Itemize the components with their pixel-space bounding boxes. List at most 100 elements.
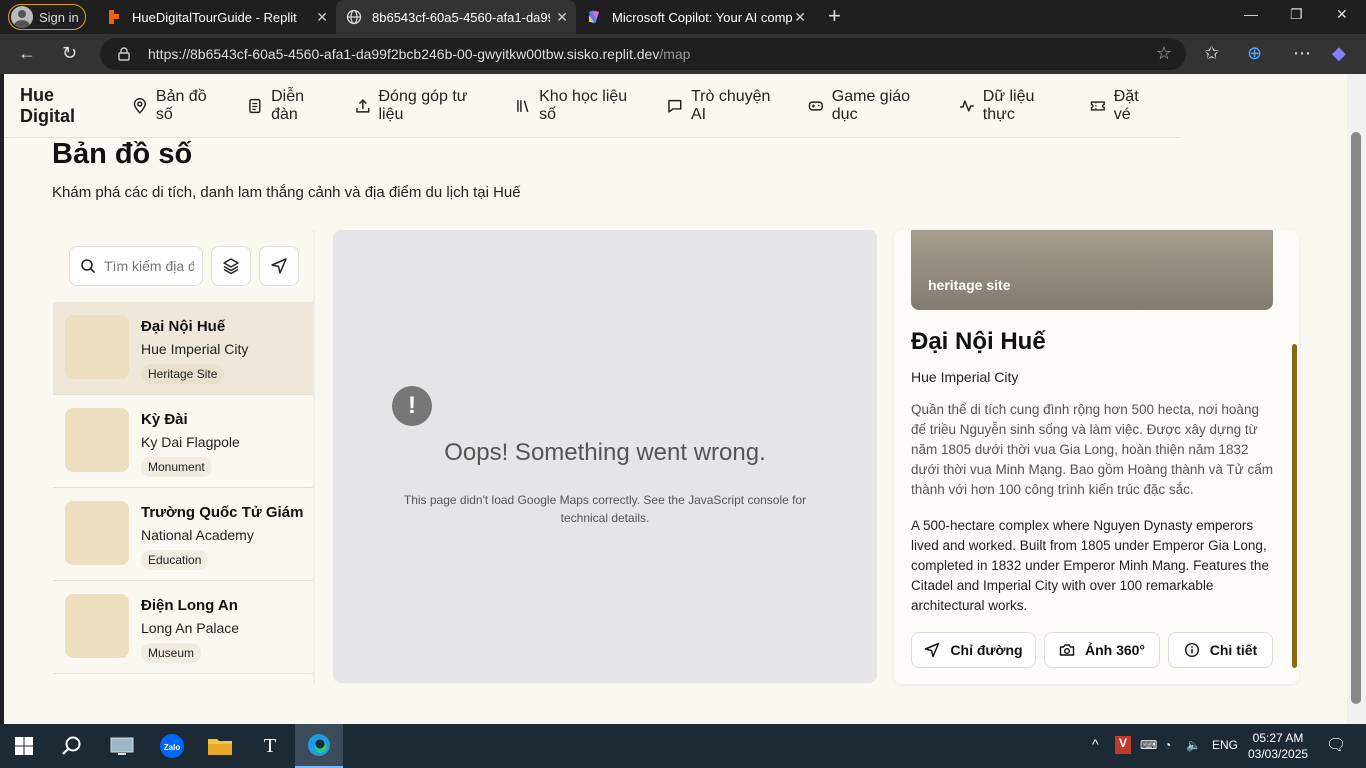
nav-label: Bản đồ số xyxy=(155,87,207,123)
computer-icon xyxy=(110,737,134,755)
page-title: Bản đồ số xyxy=(52,138,193,170)
place-thumbnail xyxy=(65,501,129,565)
layers-button[interactable] xyxy=(211,246,251,286)
map-pin-icon xyxy=(133,97,147,114)
place-english-name: Ky Dai Flagpole xyxy=(141,434,240,450)
app-typora-icon[interactable]: T xyxy=(246,724,294,768)
clock[interactable]: 05:27 AM 03/03/2025 xyxy=(1248,730,1308,762)
details-button[interactable]: Chi tiết xyxy=(1168,632,1273,668)
navigation-icon xyxy=(271,258,287,274)
avatar xyxy=(11,6,33,28)
search-box[interactable] xyxy=(69,246,203,286)
favorites-icon[interactable]: ✩ xyxy=(1204,43,1219,64)
typora-icon: T xyxy=(263,734,277,757)
detail-title: Đại Nội Huế xyxy=(911,328,1046,355)
edge-taskbar-button[interactable] xyxy=(295,724,343,768)
minimize-button[interactable]: — xyxy=(1244,6,1258,22)
nav-label: Đặt vé xyxy=(1113,87,1139,123)
ticket-icon xyxy=(1090,100,1105,111)
place-name: Đại Nội Huế xyxy=(141,318,226,335)
globe-icon xyxy=(346,9,362,25)
sign-in-button[interactable]: Sign in xyxy=(8,4,86,30)
detail-description-en: A 500-hectare complex where Nguyen Dynas… xyxy=(911,518,1269,613)
tab-replit[interactable]: HueDigitalTourGuide - Replit ✕ xyxy=(96,0,336,34)
tab-copilot[interactable]: Microsoft Copilot: Your AI compa ✕ xyxy=(576,0,814,34)
edge-icon xyxy=(308,734,330,756)
camera-icon xyxy=(1059,644,1075,656)
place-thumbnail xyxy=(65,315,129,379)
place-thumbnail xyxy=(65,408,129,472)
app-explorer-icon[interactable] xyxy=(98,724,146,768)
photo-360-button[interactable]: Ảnh 360° xyxy=(1044,632,1160,668)
place-thumbnail xyxy=(65,594,129,658)
nav-item-live-data[interactable]: Dữ liệu thực xyxy=(959,88,1069,124)
browser-tab-bar: Sign in HueDigitalTourGuide - Replit ✕ 8… xyxy=(0,0,1366,34)
category-badge: Heritage Site xyxy=(141,364,225,384)
locate-button[interactable] xyxy=(259,246,299,286)
zalo-icon[interactable]: Zalo xyxy=(148,724,196,768)
nav-item-map[interactable]: Bản đồ số xyxy=(132,88,226,124)
new-tab-button[interactable]: + xyxy=(828,5,841,27)
search-icon xyxy=(62,736,81,755)
tab-title: Microsoft Copilot: Your AI compa xyxy=(612,9,792,25)
start-button[interactable] xyxy=(0,724,48,768)
info-icon xyxy=(1184,642,1199,658)
directions-button[interactable]: Chỉ đường xyxy=(911,632,1036,668)
input-method-icon[interactable]: ⌨ xyxy=(1140,738,1157,752)
nav-label: Kho học liệu số xyxy=(539,87,628,123)
place-name: Trường Quốc Tử Giám xyxy=(141,504,304,521)
list-item[interactable]: Điện Long An Long An Palace Museum xyxy=(53,581,313,674)
window-close-button[interactable]: ✕ xyxy=(1336,6,1348,23)
map-error-title: Oops! Something went wrong. xyxy=(444,439,766,466)
back-icon[interactable]: ← xyxy=(18,43,36,64)
unikey-icon[interactable]: V xyxy=(1115,736,1131,754)
favorite-star-icon[interactable]: ☆ xyxy=(1156,43,1172,64)
clock-time: 05:27 AM xyxy=(1252,731,1304,745)
wifi-icon[interactable]: ◔ xyxy=(1164,738,1171,752)
detail-scroll-thumb[interactable] xyxy=(1292,344,1297,668)
place-name: Kỳ Đài xyxy=(141,411,188,428)
maximize-button[interactable]: ❐ xyxy=(1290,6,1303,23)
search-taskbar-button[interactable] xyxy=(48,724,96,768)
close-icon[interactable]: ✕ xyxy=(316,9,328,26)
svg-text:Zalo: Zalo xyxy=(164,743,181,752)
close-icon[interactable]: ✕ xyxy=(794,9,806,26)
notification-icon[interactable]: 🗨 xyxy=(1326,735,1346,755)
list-item[interactable]: Đại Nội Huế Hue Imperial City Heritage S… xyxy=(53,302,313,395)
url-path: /map xyxy=(659,46,691,62)
more-icon[interactable]: ⋯ xyxy=(1293,43,1311,64)
page-scroll-thumb[interactable] xyxy=(1351,132,1361,704)
refresh-icon[interactable]: ↻ xyxy=(62,43,77,64)
map-error-message: This page didn't load Google Maps correc… xyxy=(403,493,807,525)
nav-item-tickets[interactable]: Đặt vé xyxy=(1090,88,1159,124)
brand-logo[interactable]: Hue Digital xyxy=(20,85,112,127)
tab-map[interactable]: 8b6543cf-60a5-4560-afa1-da99f2 ✕ xyxy=(336,0,576,34)
detail-scrollbar[interactable] xyxy=(1292,234,1298,678)
download-icon[interactable]: ⊕ xyxy=(1247,43,1262,64)
url-field[interactable]: https://8b6543cf-60a5-4560-afa1-da99f2bc… xyxy=(100,38,1186,70)
address-bar-row: ← ↻ https://8b6543cf-60a5-4560-afa1-da99… xyxy=(0,34,1366,74)
page-subtitle: Khám phá các di tích, danh lam thắng cản… xyxy=(52,184,521,201)
chevron-up-icon[interactable]: ^ xyxy=(1092,736,1099,752)
search-input[interactable] xyxy=(104,258,194,274)
language-indicator[interactable]: ENG xyxy=(1212,738,1238,752)
activity-icon xyxy=(960,99,974,112)
nav-item-forum[interactable]: Diễn đàn xyxy=(247,88,333,124)
map-container[interactable]: ! Oops! Something went wrong. This page … xyxy=(333,230,877,683)
nav-item-contribute[interactable]: Đóng góp tư liệu xyxy=(355,88,495,124)
page-viewport: Hue Digital Bản đồ số Diễn đàn Đóng góp … xyxy=(4,74,1347,724)
nav-item-library[interactable]: Kho học liệu số xyxy=(515,88,646,124)
category-badge: Monument xyxy=(141,457,212,477)
copilot-icon[interactable]: ◆ xyxy=(1332,43,1346,64)
list-item[interactable]: Kỳ Đài Ky Dai Flagpole Monument xyxy=(53,395,313,488)
file-explorer-icon[interactable] xyxy=(196,724,244,768)
nav-item-ai-chat[interactable]: Trò chuyện AI xyxy=(667,88,787,124)
nav-item-games[interactable]: Game giáo dục xyxy=(808,88,938,124)
close-icon[interactable]: ✕ xyxy=(556,9,568,26)
list-item[interactable]: Trường Quốc Tử Giám National Academy Edu… xyxy=(53,488,313,581)
page-scrollbar[interactable] xyxy=(1347,74,1366,724)
replit-icon xyxy=(109,10,119,24)
volume-icon[interactable]: 🔈 xyxy=(1186,738,1201,752)
nav-label: Trò chuyện AI xyxy=(690,87,771,123)
top-nav: Hue Digital Bản đồ số Diễn đàn Đóng góp … xyxy=(4,74,1180,138)
